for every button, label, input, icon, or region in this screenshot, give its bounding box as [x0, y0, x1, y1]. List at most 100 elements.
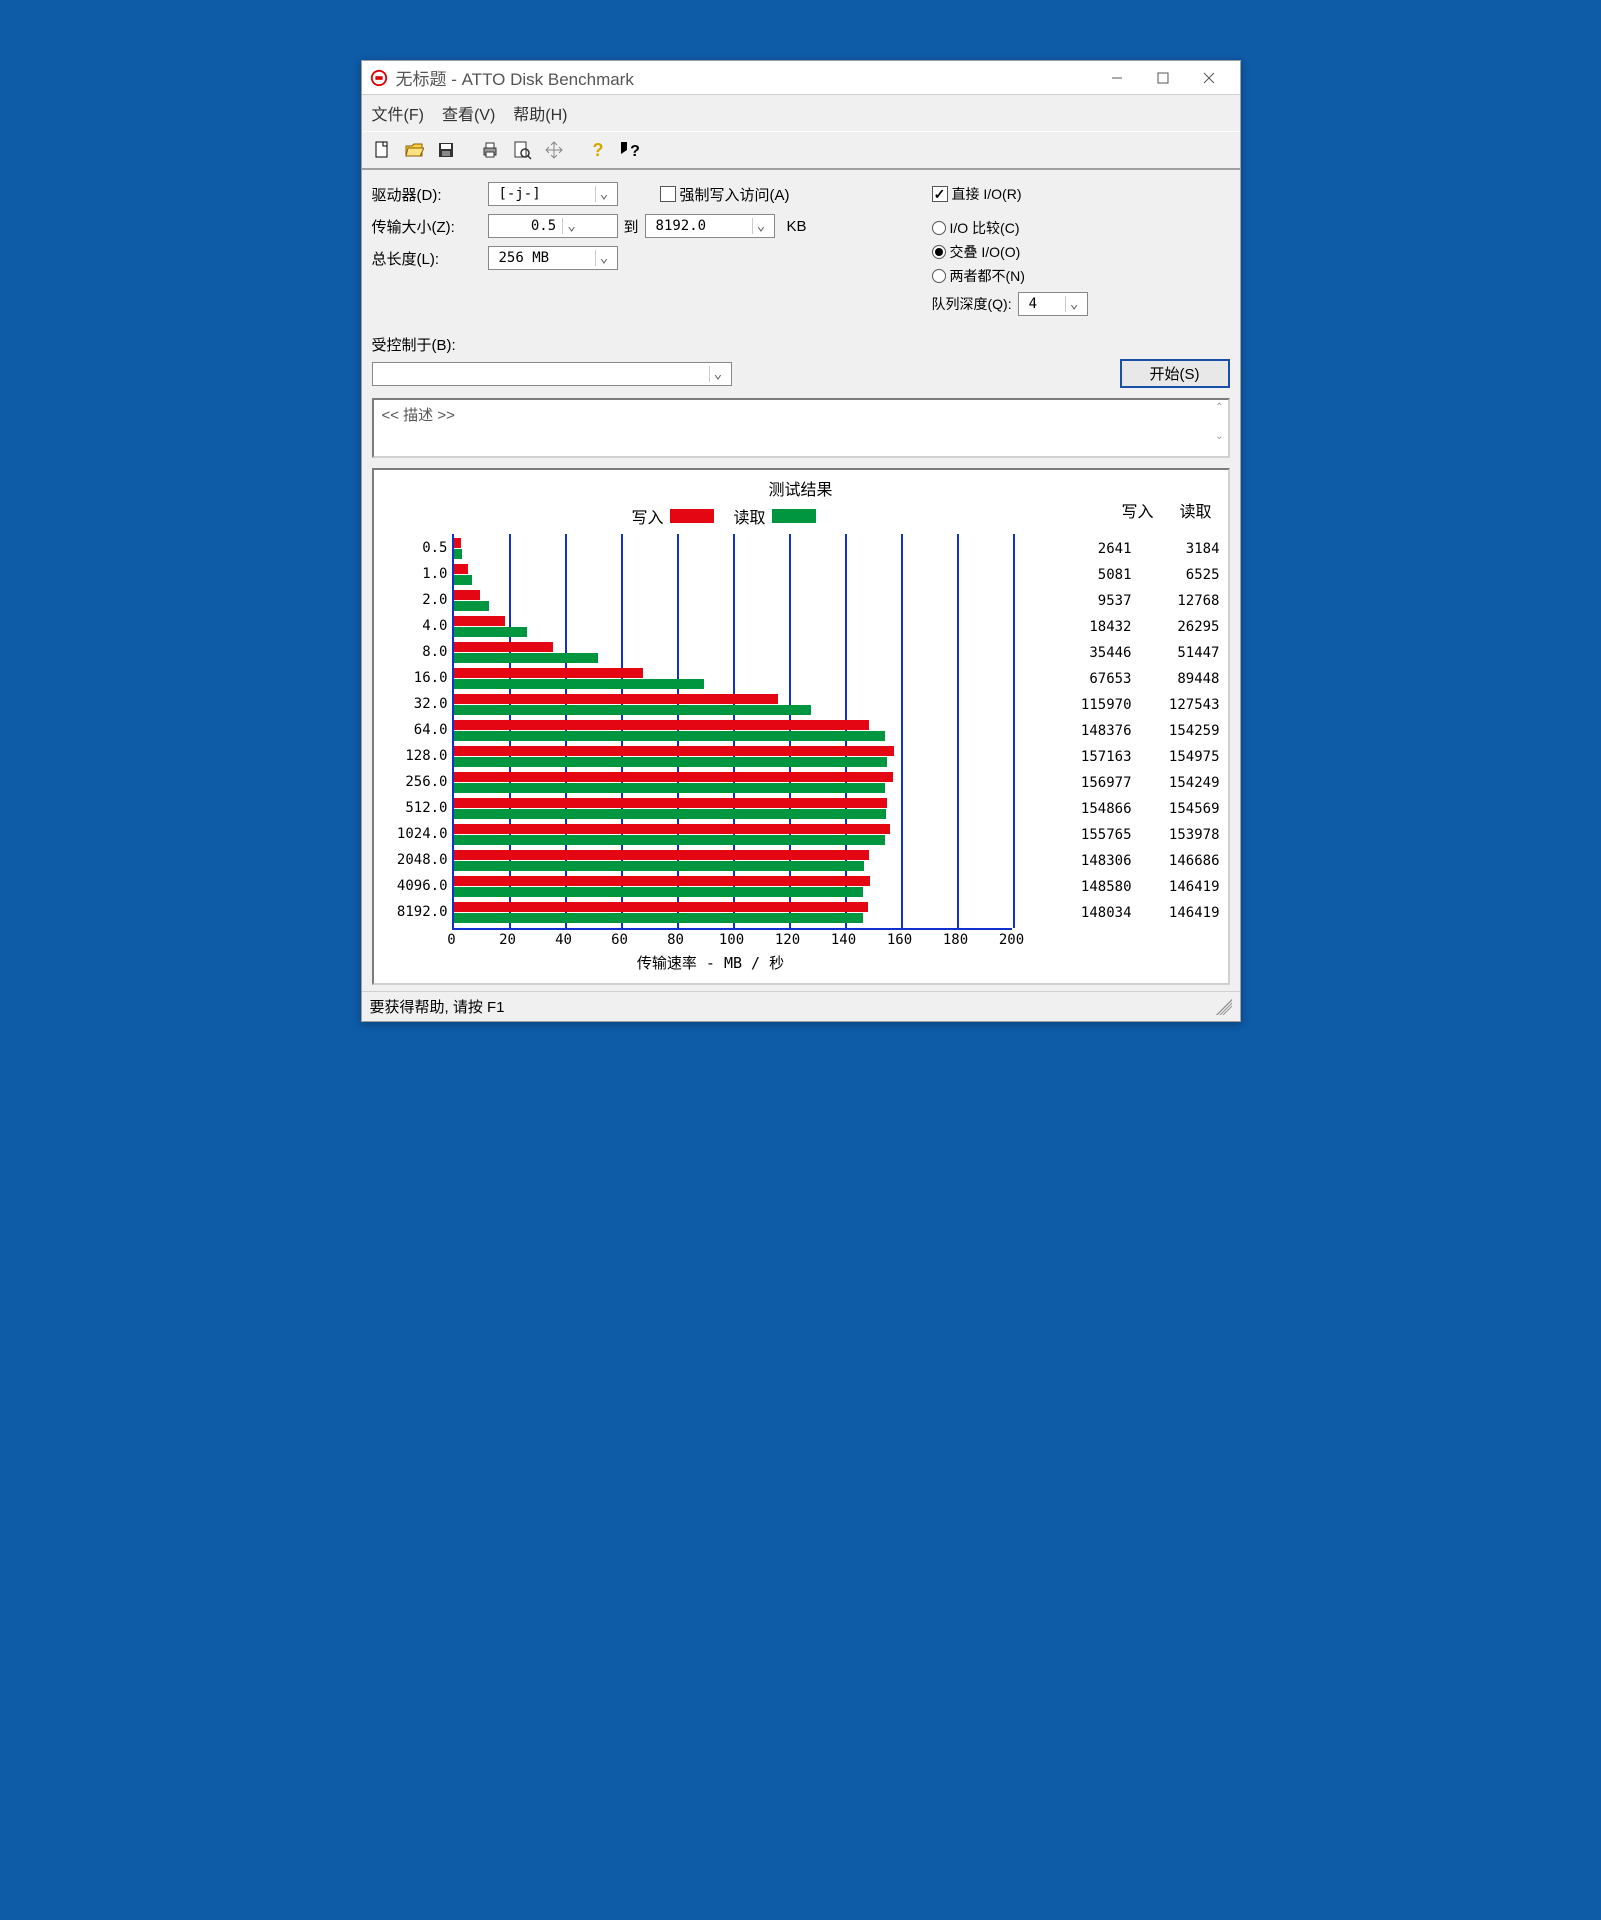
save-icon[interactable]: [432, 136, 460, 164]
radio-icon: [932, 269, 946, 283]
transfer-size-label: 传输大小(Z):: [372, 216, 482, 237]
drive-combo[interactable]: [-j-] ⌄: [488, 182, 618, 206]
transfer-unit-label: KB: [787, 218, 807, 235]
read-bar: [454, 835, 885, 845]
read-bar: [454, 653, 598, 663]
write-value: 2641: [1062, 536, 1132, 562]
y-tick-label: 2048.0: [397, 852, 448, 868]
menubar: 文件(F) 查看(V) 帮助(H): [362, 95, 1240, 131]
value-row: 2641 3184: [1040, 536, 1220, 562]
read-value: 127543: [1150, 692, 1220, 718]
minimize-button[interactable]: [1094, 63, 1140, 93]
menu-help[interactable]: 帮助(H): [513, 101, 567, 125]
col-write-header: 写入: [1121, 498, 1153, 522]
move-icon[interactable]: [540, 136, 568, 164]
overlap-io-label: 交叠 I/O(O): [950, 242, 1021, 262]
value-row: 6765389448: [1040, 666, 1220, 692]
transfer-min-value: 0.5: [531, 218, 556, 234]
description-placeholder: << 描述 >>: [382, 407, 455, 424]
col-read-header: 读取: [1179, 498, 1211, 522]
write-bar: [454, 590, 481, 600]
y-tick-label: 8192.0: [397, 904, 448, 920]
neither-label: 两者都不(N): [950, 266, 1025, 286]
close-button[interactable]: [1186, 63, 1232, 93]
read-value: 154569: [1150, 796, 1220, 822]
io-compare-radio[interactable]: I/O 比较(C): [932, 218, 1230, 238]
write-bar: [454, 850, 869, 860]
write-value: 148034: [1062, 900, 1132, 926]
y-tick-label: 0.5: [422, 540, 447, 556]
read-value: 26295: [1150, 614, 1220, 640]
write-value: 148306: [1062, 848, 1132, 874]
force-write-checkbox[interactable]: 强制写入访问(A): [660, 184, 790, 205]
menu-file[interactable]: 文件(F): [372, 101, 424, 125]
legend-read-label: 读取: [734, 504, 766, 528]
direct-io-label: 直接 I/O(R): [952, 184, 1022, 204]
direct-io-checkbox[interactable]: 直接 I/O(R): [932, 184, 1230, 204]
app-window: 无标题 - ATTO Disk Benchmark 文件(F) 查看(V) 帮助…: [361, 60, 1241, 1022]
read-bar: [454, 549, 463, 559]
x-axis-label: 传输速率 - MB / 秒: [382, 952, 1040, 973]
write-bar: [454, 746, 894, 756]
radio-icon: [932, 245, 946, 259]
neither-radio[interactable]: 两者都不(N): [932, 266, 1230, 286]
value-row: 3544651447: [1040, 640, 1220, 666]
read-value: 154249: [1150, 770, 1220, 796]
value-row: 148306 146686: [1040, 848, 1220, 874]
queue-depth-combo[interactable]: 4 ⌄: [1018, 292, 1088, 316]
results-value-table: 2641318450816525953712768184322629535446…: [1040, 534, 1220, 973]
start-button[interactable]: 开始(S): [1120, 359, 1230, 388]
y-tick-label: 16.0: [414, 670, 448, 686]
read-bar: [454, 861, 865, 871]
write-value: 5081: [1062, 562, 1132, 588]
read-bar: [454, 783, 886, 793]
read-value: 146419: [1150, 900, 1220, 926]
resize-grip-icon[interactable]: [1216, 999, 1232, 1015]
open-file-icon[interactable]: [400, 136, 428, 164]
value-row: 148580146419: [1040, 874, 1220, 900]
menu-view[interactable]: 查看(V): [442, 101, 495, 125]
read-value: 3184: [1150, 536, 1220, 562]
transfer-max-combo[interactable]: 8192.0 ⌄: [645, 214, 775, 238]
legend-write-label: 写入: [632, 504, 664, 528]
print-icon[interactable]: [476, 136, 504, 164]
total-length-combo[interactable]: 256 MB ⌄: [488, 246, 618, 270]
write-bar: [454, 720, 869, 730]
context-help-icon[interactable]: ?: [616, 136, 644, 164]
checkbox-icon: [660, 186, 676, 202]
read-value: 154259: [1150, 718, 1220, 744]
y-tick-label: 512.0: [405, 800, 447, 816]
x-tick-label: 160: [887, 932, 912, 948]
value-row: 156977154249: [1040, 770, 1220, 796]
overlap-io-radio[interactable]: 交叠 I/O(O): [932, 242, 1230, 262]
controlled-by-combo[interactable]: ⌄: [372, 362, 732, 386]
chevron-down-icon: ⌄: [709, 366, 727, 382]
y-tick-label: 8.0: [422, 644, 447, 660]
statusbar-text: 要获得帮助, 请按 F1: [370, 996, 505, 1017]
write-value: 67653: [1062, 666, 1132, 692]
force-write-label: 强制写入访问(A): [680, 184, 790, 205]
value-row: 1843226295: [1040, 614, 1220, 640]
controlled-by-label: 受控制于(B):: [372, 334, 1230, 355]
transfer-min-combo[interactable]: 0.5 ⌄: [488, 214, 618, 238]
maximize-button[interactable]: [1140, 63, 1186, 93]
x-tick-label: 100: [719, 932, 744, 948]
y-tick-label: 256.0: [405, 774, 447, 790]
new-file-icon[interactable]: [368, 136, 396, 164]
io-compare-label: I/O 比较(C): [950, 218, 1020, 238]
print-preview-icon[interactable]: [508, 136, 536, 164]
x-tick-label: 140: [831, 932, 856, 948]
statusbar: 要获得帮助, 请按 F1: [362, 991, 1240, 1021]
read-value: 146686: [1150, 848, 1220, 874]
help-icon[interactable]: ?: [584, 136, 612, 164]
value-row: 148034 146419: [1040, 900, 1220, 926]
toolbar: ? ?: [362, 131, 1240, 170]
queue-depth-value: 4: [1029, 296, 1037, 312]
window-controls: [1094, 63, 1232, 93]
x-tick-label: 40: [555, 932, 572, 948]
read-value: 51447: [1150, 640, 1220, 666]
read-bar: [454, 679, 704, 689]
chevron-down-icon: ⌄: [595, 186, 613, 202]
description-textarea[interactable]: << 描述 >> ⌃⌄: [372, 398, 1230, 458]
value-row: 154866154569: [1040, 796, 1220, 822]
